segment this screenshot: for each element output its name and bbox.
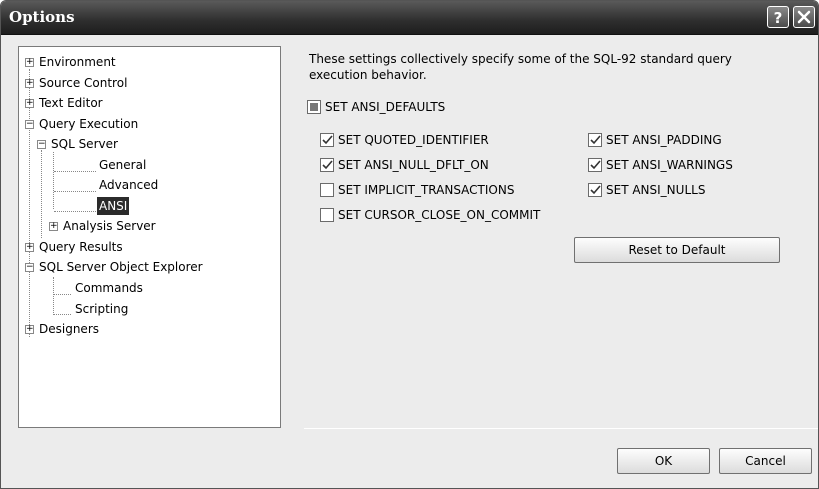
checkmark-icon bbox=[589, 185, 601, 195]
implicit-transactions-checkbox-row[interactable]: SET IMPLICIT_TRANSACTIONS bbox=[320, 182, 514, 198]
checkmark-icon bbox=[589, 160, 601, 170]
tree-item-ansi[interactable]: ANSI bbox=[19, 197, 219, 215]
options-tree[interactable]: + Environment + Source Control + Text Ed… bbox=[18, 46, 281, 428]
dialog-separator bbox=[304, 428, 818, 429]
checkmark-icon bbox=[321, 135, 333, 145]
plus-icon[interactable]: + bbox=[25, 79, 34, 88]
tree-item-source-control[interactable]: + Source Control bbox=[19, 74, 219, 92]
minus-icon[interactable]: − bbox=[25, 120, 34, 129]
checkmark-icon bbox=[589, 135, 601, 145]
minus-icon[interactable]: − bbox=[37, 140, 46, 149]
tree-item-label: Environment bbox=[39, 55, 116, 69]
implicit-transactions-checkbox[interactable] bbox=[320, 183, 334, 197]
tree-item-label: Advanced bbox=[99, 178, 159, 192]
tree-item-label: Text Editor bbox=[39, 96, 103, 110]
quoted-identifier-checkbox[interactable] bbox=[320, 133, 334, 147]
tree-item-commands[interactable]: Commands bbox=[19, 279, 219, 297]
help-icon: ? bbox=[774, 9, 783, 25]
tree-item-label: Designers bbox=[39, 322, 99, 336]
tree-item-label: SQL Server bbox=[51, 137, 118, 151]
quoted-identifier-checkbox-row[interactable]: SET QUOTED_IDENTIFIER bbox=[320, 132, 489, 148]
tree-item-general[interactable]: General bbox=[19, 156, 219, 174]
ansi-nulls-checkbox-row[interactable]: SET ANSI_NULLS bbox=[588, 182, 705, 198]
ansi-null-dflt-on-checkbox[interactable] bbox=[320, 158, 334, 172]
minus-icon[interactable]: − bbox=[25, 263, 34, 272]
reset-to-default-button[interactable]: Reset to Default bbox=[574, 237, 780, 263]
tree-item-label: SQL Server Object Explorer bbox=[39, 260, 203, 274]
checkbox-label: SET IMPLICIT_TRANSACTIONS bbox=[338, 183, 515, 197]
tree-item-label: Query Results bbox=[39, 240, 123, 254]
plus-icon[interactable]: + bbox=[25, 243, 34, 252]
ansi-defaults-checkbox-row[interactable]: SET ANSI_DEFAULTS bbox=[307, 99, 445, 115]
tree-item-label: Analysis Server bbox=[63, 219, 156, 233]
close-icon bbox=[797, 10, 811, 24]
tree-item-label: Source Control bbox=[39, 76, 128, 90]
svg-text:?: ? bbox=[774, 9, 783, 25]
tree-item-scripting[interactable]: Scripting bbox=[19, 300, 219, 318]
ansi-defaults-checkbox[interactable] bbox=[307, 100, 321, 114]
tree-item-label: Commands bbox=[75, 281, 143, 295]
help-button[interactable]: ? bbox=[767, 6, 789, 28]
tree-item-object-explorer[interactable]: − SQL Server Object Explorer bbox=[19, 258, 259, 276]
tree-item-advanced[interactable]: Advanced bbox=[19, 176, 219, 194]
checkbox-label: SET ANSI_WARNINGS bbox=[606, 158, 733, 172]
cancel-button[interactable]: Cancel bbox=[719, 448, 812, 474]
cursor-close-on-commit-checkbox[interactable] bbox=[320, 208, 334, 222]
ansi-warnings-checkbox[interactable] bbox=[588, 158, 602, 172]
checkbox-label: SET QUOTED_IDENTIFIER bbox=[338, 133, 489, 147]
cursor-close-on-commit-checkbox-row[interactable]: SET CURSOR_CLOSE_ON_COMMIT bbox=[320, 207, 540, 223]
tree-item-label: Scripting bbox=[75, 302, 129, 316]
ansi-warnings-checkbox-row[interactable]: SET ANSI_WARNINGS bbox=[588, 157, 733, 173]
tree-item-label: General bbox=[99, 158, 147, 172]
plus-icon[interactable]: + bbox=[49, 222, 58, 231]
settings-description: These settings collectively specify some… bbox=[309, 52, 732, 82]
tree-item-designers[interactable]: + Designers bbox=[19, 320, 219, 338]
checkmark-icon bbox=[321, 160, 333, 170]
ansi-padding-checkbox[interactable] bbox=[588, 133, 602, 147]
plus-icon[interactable]: + bbox=[25, 58, 34, 67]
window-title: Options bbox=[9, 8, 75, 26]
close-button[interactable] bbox=[793, 6, 815, 28]
checkbox-label: SET CURSOR_CLOSE_ON_COMMIT bbox=[338, 208, 541, 222]
title-bar[interactable]: Options ? bbox=[1, 1, 818, 35]
options-dialog: Options ? + Environment + Source Control… bbox=[0, 0, 819, 489]
tree-item-text-editor[interactable]: + Text Editor bbox=[19, 94, 219, 112]
tree-item-query-execution[interactable]: − Query Execution bbox=[19, 115, 219, 133]
checkbox-label: SET ANSI_NULL_DFLT_ON bbox=[338, 158, 489, 172]
checkbox-label: SET ANSI_NULLS bbox=[606, 183, 706, 197]
checkbox-label: SET ANSI_PADDING bbox=[606, 133, 722, 147]
tree-item-label: ANSI bbox=[97, 197, 130, 215]
ok-button[interactable]: OK bbox=[617, 448, 710, 474]
tree-item-query-results[interactable]: + Query Results bbox=[19, 238, 219, 256]
ansi-null-dflt-on-checkbox-row[interactable]: SET ANSI_NULL_DFLT_ON bbox=[320, 157, 489, 173]
checkbox-label: SET ANSI_DEFAULTS bbox=[325, 100, 446, 114]
ansi-nulls-checkbox[interactable] bbox=[588, 183, 602, 197]
plus-icon[interactable]: + bbox=[25, 99, 34, 108]
tree-item-analysis-server[interactable]: + Analysis Server bbox=[19, 217, 219, 235]
tree-item-sql-server[interactable]: − SQL Server bbox=[19, 135, 219, 153]
tree-item-environment[interactable]: + Environment bbox=[19, 53, 219, 71]
ansi-padding-checkbox-row[interactable]: SET ANSI_PADDING bbox=[588, 132, 722, 148]
tree-item-label: Query Execution bbox=[39, 117, 139, 131]
plus-icon[interactable]: + bbox=[25, 325, 34, 334]
